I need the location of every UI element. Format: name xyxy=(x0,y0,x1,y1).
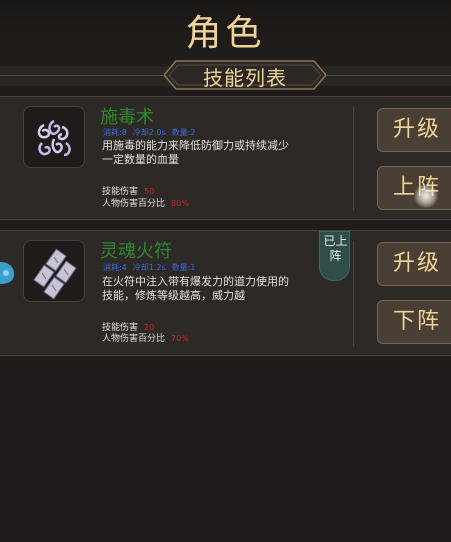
skill-name: 施毒术 xyxy=(100,107,154,128)
skill-cost: 消耗:8 xyxy=(103,128,127,137)
skill-meta: 消耗:4 冷却1.2s 数量:1 xyxy=(103,262,201,273)
skill-count: 数量:2 xyxy=(171,128,196,137)
skill-description: 在火符中注入带有爆发力的道力使用的技能，修炼等级越高，威力越 xyxy=(102,275,289,302)
section-title: 技能列表 xyxy=(203,66,287,90)
stat-value: 80% xyxy=(171,199,189,208)
card-divider xyxy=(353,107,354,211)
poison-swirl-icon[interactable] xyxy=(23,106,85,168)
side-bubble-icon xyxy=(0,262,14,284)
title-bar: 角色 xyxy=(0,0,451,58)
undeploy-button[interactable]: 下阵 xyxy=(377,300,451,344)
skill-count: 数量:1 xyxy=(171,263,196,272)
deployed-badge-text: 已上阵 xyxy=(323,234,348,263)
deployed-badge: 已上阵 xyxy=(319,231,350,281)
stat-label: 人物伤害百分比 xyxy=(102,199,166,209)
skill-meta: 消耗:8 冷却2.0s 数量:2 xyxy=(103,127,201,138)
deploy-button[interactable]: 上阵 xyxy=(377,166,451,210)
section-banner: 技能列表 xyxy=(164,60,326,90)
skill-cooldown: 冷却1.2s xyxy=(132,263,166,272)
stat-value: 70% xyxy=(171,334,189,343)
skill-percent-stat: 人物伤害百分比 80% xyxy=(102,196,189,209)
skill-name: 灵魂火符 xyxy=(100,241,172,262)
skill-percent-stat: 人物伤害百分比 70% xyxy=(102,331,189,344)
card-divider xyxy=(353,241,354,347)
touch-highlight xyxy=(414,184,438,208)
talisman-cards-icon[interactable] xyxy=(23,240,85,302)
upgrade-button[interactable]: 升级 xyxy=(377,108,451,152)
skill-description: 用施毒的能力来降低防御力或持续减少一定数量的血量 xyxy=(102,139,289,166)
page-title: 角色 xyxy=(185,13,266,54)
skill-cost: 消耗:4 xyxy=(103,263,127,272)
stat-value: 50 xyxy=(144,187,155,196)
upgrade-button[interactable]: 升级 xyxy=(377,242,451,286)
stat-label: 人物伤害百分比 xyxy=(102,334,166,344)
skill-cooldown: 冷却2.0s xyxy=(132,128,166,137)
